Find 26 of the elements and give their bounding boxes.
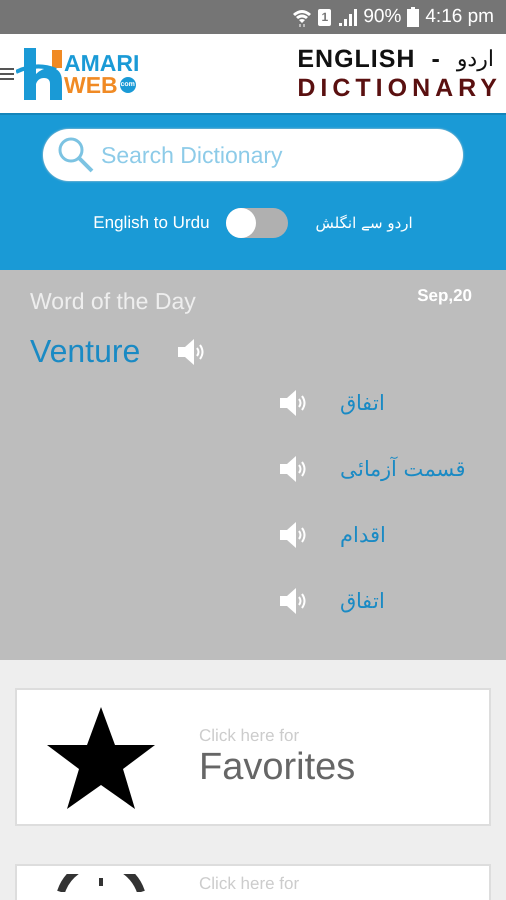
meaning-text: اتفاق [340,589,385,613]
word-date: Sep,20 [417,286,472,306]
star-icon [45,705,157,809]
language-toggle[interactable] [226,208,288,238]
wifi-icon [292,7,312,27]
battery-icon [407,7,420,27]
title-text: اردو [456,46,494,72]
search-field[interactable]: Search Dictionary [43,129,463,181]
card-title: Favorites [199,746,356,788]
meaning-text: اتفاق [340,391,385,415]
clock-time: 4:16 pm [425,6,494,28]
toggle-label: English to Urdu [93,213,210,233]
sim-icon: 1 [318,8,332,26]
signal-icon [337,8,358,26]
title-text: ENGLISH [297,44,416,74]
title-separator: - [431,44,441,74]
toggle-label: اردو سے انگلش [316,214,413,232]
menu-icon[interactable] [0,66,14,82]
title-subtitle: DICTIONARY [297,74,502,102]
battery-percent: 90% [363,6,402,28]
search-icon [57,136,95,174]
meaning-text: اقدام [340,523,386,547]
meaning-text: قسمت آزمائی [340,457,466,481]
logo-text: WEB [64,74,118,96]
word-text: Venture [30,333,140,370]
logo-text: AMARI [64,52,140,74]
